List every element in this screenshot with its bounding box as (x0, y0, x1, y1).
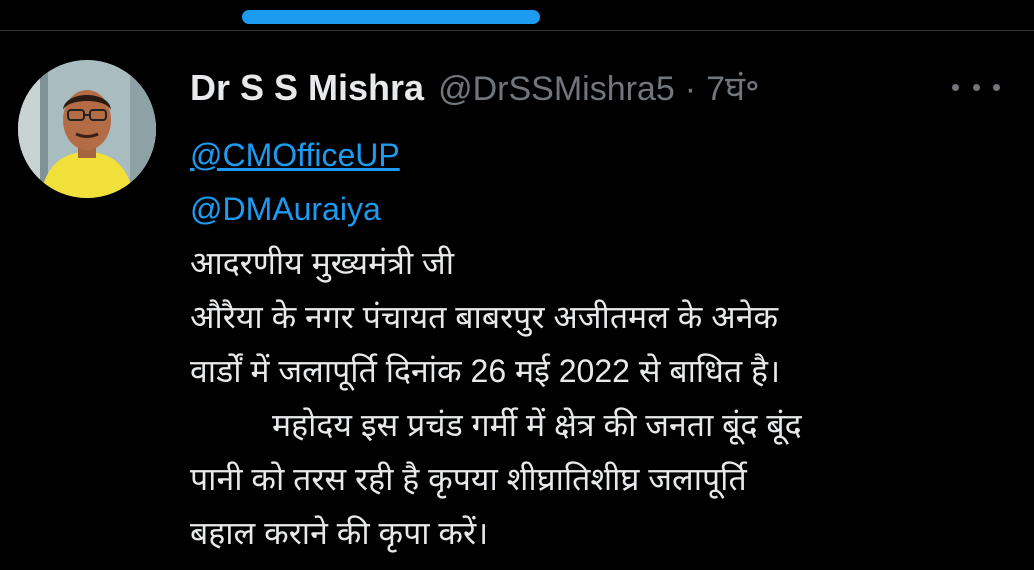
tweet-text-line: महोदय इस प्रचंड गर्मी में क्षेत्र की जनत… (272, 407, 802, 443)
mention-link[interactable]: @DMAuraiya (190, 182, 1020, 236)
tweet-body: @CMOfficeUP @DMAuraiya आदरणीय मुख्यमंत्र… (190, 128, 1020, 560)
more-horizontal-icon (972, 83, 980, 91)
avatar[interactable] (18, 60, 156, 198)
divider (0, 30, 1034, 31)
timestamp[interactable]: 7घं॰ (706, 64, 760, 110)
tweet-text-line: आदरणीय मुख्यमंत्री जी (190, 245, 455, 281)
tweet-text-line: औरैया के नगर पंचायत बाबरपुर अजीतमल के अन… (190, 299, 779, 335)
tweet-text-line: बहाल कराने की कृपा करें। (190, 515, 489, 551)
separator: · (684, 70, 697, 108)
mention-link[interactable]: @CMOfficeUP (190, 128, 1020, 182)
author-name[interactable]: Dr S S Mishra (190, 67, 424, 109)
more-horizontal-icon (993, 83, 1000, 91)
more-horizontal-icon (952, 83, 959, 91)
tweet-text-line: पानी को तरस रही है कृपया शीघ्रातिशीघ्र ज… (190, 461, 747, 497)
tweet-header: Dr S S Mishra @DrSSMishra5 · 7घं॰ (190, 64, 760, 114)
tweet-text-line: वार्डों में जलापूर्ति दिनांक 26 मई 2022 … (190, 353, 781, 389)
more-button[interactable] (952, 72, 1000, 102)
author-handle[interactable]: @DrSSMishra5 (438, 70, 675, 109)
avatar-image (18, 60, 156, 198)
tweet-screen: Dr S S Mishra @DrSSMishra5 · 7घं॰ @CMOff… (0, 0, 1034, 570)
scroll-indicator (242, 10, 540, 24)
